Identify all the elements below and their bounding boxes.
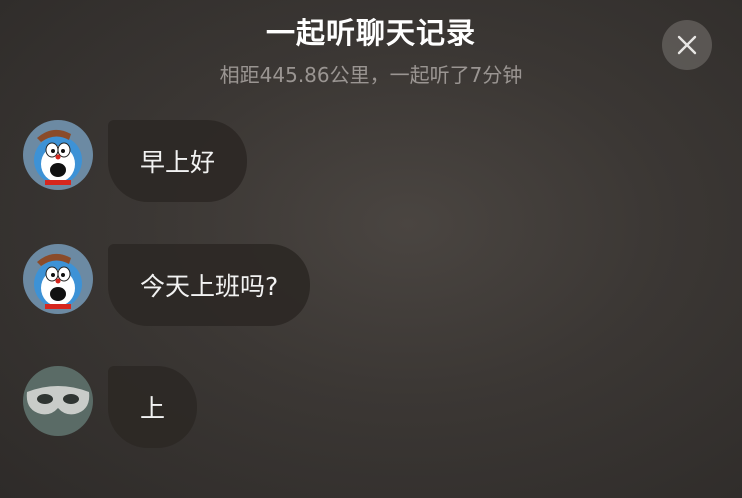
message-text: 上 — [140, 394, 166, 423]
mask-avatar-image — [23, 366, 93, 436]
close-button[interactable] — [662, 20, 712, 70]
page-title: 一起听聊天记录 — [265, 16, 476, 50]
message-bubble: 早上好 — [108, 120, 248, 202]
message-bubble: 上 — [108, 366, 198, 448]
chat-message: 早上好 — [0, 120, 742, 204]
chat-message: 上 — [0, 366, 742, 450]
doraemon-avatar-image — [23, 120, 93, 190]
header: 一起听聊天记录 相距445.86公里，一起听了7分钟 — [0, 0, 742, 100]
doraemon-avatar[interactable] — [23, 244, 93, 314]
doraemon-avatar-image — [23, 244, 93, 314]
mask-avatar[interactable] — [23, 366, 93, 436]
page-subtitle: 相距445.86公里，一起听了7分钟 — [219, 63, 523, 87]
close-icon — [677, 35, 697, 55]
doraemon-avatar[interactable] — [23, 120, 93, 190]
chat-message: 今天上班吗? — [0, 244, 742, 328]
message-text: 早上好 — [140, 148, 216, 177]
message-bubble: 今天上班吗? — [108, 244, 311, 326]
message-text: 今天上班吗? — [140, 272, 279, 301]
